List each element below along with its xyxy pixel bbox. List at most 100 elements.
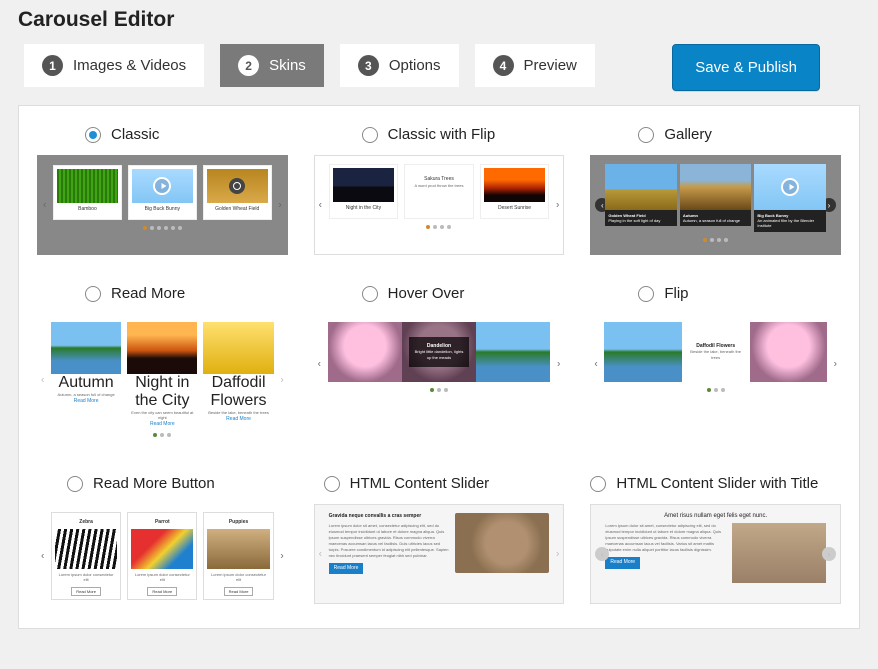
thumb-image: [328, 322, 402, 382]
thumb-image: Dandelion Bright little dandelion, light…: [402, 322, 476, 382]
prev-arrow-icon[interactable]: ‹: [594, 359, 597, 370]
thumb-caption: Desert Sunrise: [484, 202, 546, 215]
hover-overlay: Dandelion Bright little dandelion, light…: [409, 337, 469, 367]
thumb-caption: Night in the City Even the city can seem…: [127, 374, 197, 427]
skin-thumbnail-hover-over[interactable]: ‹ › Dandelion Bright little dandelion, l…: [314, 314, 565, 414]
skin-read-more: Read More ‹ › Autumn Autumn, a season fu…: [29, 285, 296, 445]
carousel-item: Big Buck Bunny: [128, 165, 197, 220]
skin-label[interactable]: Gallery: [664, 126, 712, 143]
carousel-item: Parrot Lorem ipsum dolor consectetur eli…: [127, 512, 197, 600]
slider-title: Amet risus nullam eget felis eget nunc.: [605, 513, 826, 519]
prev-arrow-icon[interactable]: ‹: [319, 549, 322, 560]
tab-label: Preview: [524, 57, 577, 74]
next-arrow-icon[interactable]: ›: [834, 359, 837, 370]
skin-label[interactable]: Classic with Flip: [388, 126, 496, 143]
skin-thumbnail-gallery[interactable]: ‹ › Golden Wheat Field Playing in the so…: [590, 155, 841, 255]
carousel-item: Night in the City Even the city can seem…: [127, 322, 197, 427]
skin-thumbnail-flip[interactable]: ‹ › Daffodil Flowers Beside the lake, be…: [590, 314, 841, 414]
thumb-image: [680, 164, 752, 210]
skin-label[interactable]: Flip: [664, 285, 688, 302]
next-arrow-icon[interactable]: ›: [822, 547, 836, 561]
page-title: Carousel Editor: [18, 8, 860, 32]
thumb-image: [754, 164, 826, 210]
thumb-image: [51, 322, 121, 374]
pagination-dots: [329, 225, 550, 229]
radio-gallery[interactable]: [638, 127, 654, 143]
skin-label[interactable]: Read More: [111, 285, 185, 302]
next-arrow-icon[interactable]: ›: [280, 550, 283, 561]
tab-options[interactable]: 3 Options: [340, 44, 459, 87]
carousel-item: Big Buck Bunny An animated film by the B…: [754, 164, 826, 232]
thumb-image: [203, 322, 273, 374]
pagination-dots: [328, 388, 551, 392]
prev-arrow-icon[interactable]: ‹: [43, 200, 46, 211]
skin-label[interactable]: HTML Content Slider: [350, 475, 490, 492]
thumb-image: [484, 168, 546, 202]
tab-number: 1: [42, 55, 63, 76]
next-arrow-icon[interactable]: ›: [556, 200, 559, 211]
thumb-caption: Autumn Autumn, a season full of change R…: [51, 374, 121, 404]
thumb-image: [57, 169, 118, 203]
carousel-item: Zebra Lorem ipsum dolor consectetur elit…: [51, 512, 121, 600]
skin-thumbnail-classic[interactable]: ‹ › Bamboo Big Buck Bunny G: [37, 155, 288, 255]
next-arrow-icon[interactable]: ›: [280, 374, 283, 385]
read-more-button: Read More: [71, 587, 101, 596]
tab-skins[interactable]: 2 Skins: [220, 44, 324, 87]
skin-label[interactable]: HTML Content Slider with Title: [616, 475, 818, 492]
skin-label[interactable]: Classic: [111, 126, 159, 143]
tab-number: 3: [358, 55, 379, 76]
radio-hover-over[interactable]: [362, 286, 378, 302]
carousel-item: Daffodil Flowers Beside the lake, beneat…: [203, 322, 273, 427]
tabs: 1 Images & Videos 2 Skins 3 Options 4 Pr…: [18, 44, 860, 91]
radio-classic[interactable]: [85, 127, 101, 143]
thumb-image: [207, 169, 268, 203]
read-more-button: Read More: [605, 557, 640, 569]
radio-classic-flip[interactable]: [362, 127, 378, 143]
radio-html-slider-title[interactable]: [590, 476, 606, 492]
skin-html-slider-title: HTML Content Slider with Title ‹ › Amet …: [582, 475, 849, 608]
thumb-image: [604, 322, 681, 382]
tab-preview[interactable]: 4 Preview: [475, 44, 595, 87]
skin-label[interactable]: Read More Button: [93, 475, 215, 492]
radio-html-slider[interactable]: [324, 476, 340, 492]
carousel-item: Puppies Lorem ipsum dolor consectetur el…: [203, 512, 273, 600]
tab-label: Skins: [269, 57, 306, 74]
thumb-caption: Golden Wheat Field Playing in the soft l…: [605, 210, 677, 226]
skin-read-more-button: Read More Button ‹ › Zebra Lorem ipsum d…: [29, 475, 296, 608]
carousel-item: Desert Sunrise: [480, 164, 550, 219]
tab-images-videos[interactable]: 1 Images & Videos: [24, 44, 204, 87]
skin-hover-over: Hover Over ‹ › Dandelion Bright little d…: [306, 285, 573, 445]
next-arrow-icon[interactable]: ›: [556, 549, 559, 560]
next-arrow-icon[interactable]: ›: [278, 200, 281, 211]
thumb-image: [476, 322, 550, 382]
next-arrow-icon[interactable]: ›: [557, 359, 560, 370]
html-text-block: Gravida neque convallis a cras semper Lo…: [329, 513, 451, 574]
prev-arrow-icon[interactable]: ‹: [595, 547, 609, 561]
radio-read-more[interactable]: [85, 286, 101, 302]
radio-read-more-button[interactable]: [67, 476, 83, 492]
radio-flip[interactable]: [638, 286, 654, 302]
thumb-image: [207, 529, 269, 569]
prev-arrow-icon[interactable]: ‹: [318, 359, 321, 370]
skin-thumbnail-read-more[interactable]: ‹ › Autumn Autumn, a season full of chan…: [37, 314, 288, 445]
prev-arrow-icon[interactable]: ‹: [319, 200, 322, 211]
save-publish-button[interactable]: Save & Publish: [672, 44, 820, 91]
thumb-caption: Bamboo: [57, 203, 118, 216]
thumb-image: [131, 529, 193, 569]
thumb-caption: Night in the City: [333, 202, 395, 215]
tab-label: Images & Videos: [73, 57, 186, 74]
flip-back-panel: Daffodil Flowers Beside the lake, beneat…: [682, 337, 750, 367]
thumb-caption: Golden Wheat Field: [207, 203, 268, 216]
prev-arrow-icon[interactable]: ‹: [41, 374, 44, 385]
skin-thumbnail-html-slider-title[interactable]: ‹ › Amet risus nullam eget felis eget nu…: [590, 504, 841, 604]
carousel-item: Autumn Autumn, a season full of change R…: [51, 322, 121, 427]
prev-arrow-icon[interactable]: ‹: [41, 550, 44, 561]
pagination-dots: [604, 388, 827, 392]
thumb-image: [750, 322, 827, 382]
skin-classic: Classic ‹ › Bamboo Big Buck Bunny: [29, 126, 296, 255]
skin-thumbnail-read-more-button[interactable]: ‹ › Zebra Lorem ipsum dolor consectetur …: [37, 504, 288, 608]
carousel-item: Sakura Trees A word prod throw the trees: [404, 164, 474, 219]
skin-label[interactable]: Hover Over: [388, 285, 465, 302]
skin-thumbnail-html-slider[interactable]: ‹ › Gravida neque convallis a cras sempe…: [314, 504, 565, 604]
skin-thumbnail-classic-flip[interactable]: ‹ › Night in the City Sakura Trees A wor…: [314, 155, 565, 255]
